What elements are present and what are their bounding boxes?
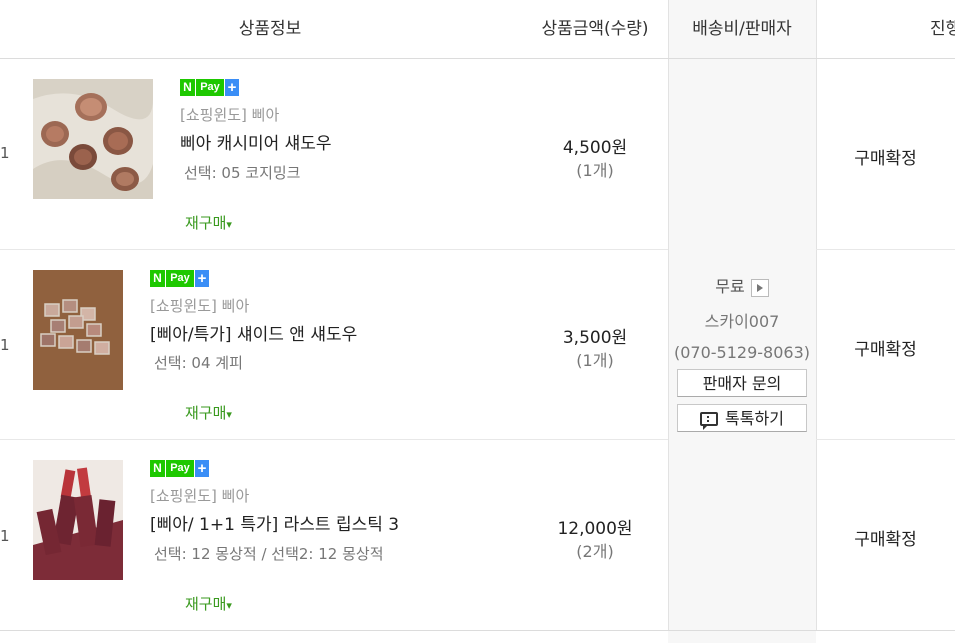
npay-plus-badge: N Pay +: [150, 270, 209, 287]
price: 12,000원: [557, 519, 633, 539]
row-divider: [0, 439, 668, 440]
talktalk-button[interactable]: 톡톡하기: [677, 404, 807, 432]
rebuy-button[interactable]: 재구매▾: [185, 212, 232, 233]
product-thumbnail-palette[interactable]: [33, 270, 123, 390]
product-thumbnail-eyeshadow[interactable]: [33, 79, 153, 199]
chevron-down-icon: ▾: [226, 218, 232, 231]
product-option: 선택: 04 계피: [154, 354, 243, 372]
product-option: 선택: 12 몽상적 / 선택2: 12 몽상적: [154, 545, 384, 563]
row-divider: [816, 249, 955, 250]
row-number: 1: [0, 336, 10, 354]
shop-name[interactable]: [쇼핑윈도] 삐아: [150, 485, 249, 506]
price: 4,500원: [562, 138, 628, 158]
row-divider: [816, 439, 955, 440]
seller-phone: (070-5129-8063): [673, 343, 810, 362]
play-arrow-icon[interactable]: [750, 278, 769, 297]
quantity: (1개): [576, 351, 614, 370]
header-divider: [0, 58, 955, 59]
seller-name: 스카이007: [704, 312, 780, 331]
row-number: 1: [0, 144, 10, 162]
product-thumbnail-lipstick[interactable]: [33, 460, 123, 580]
row-divider: [0, 249, 668, 250]
shipping-fee: 무료: [668, 273, 816, 297]
seller-inquiry-button[interactable]: 판매자 문의: [677, 369, 807, 397]
npay-plus-badge: N Pay +: [180, 79, 239, 96]
product-name[interactable]: [삐아/특가] 섀이드 앤 섀도우: [150, 320, 357, 345]
product-name[interactable]: [삐아/ 1+1 특가] 라스트 립스틱 3: [150, 510, 399, 535]
shop-name[interactable]: [쇼핑윈도] 삐아: [180, 104, 279, 125]
chevron-down-icon: ▾: [226, 599, 232, 612]
table-bottom-border: [0, 630, 955, 631]
product-name[interactable]: 삐아 캐시미어 섀도우: [180, 129, 332, 154]
product-option: 선택: 05 코지밍크: [184, 164, 301, 182]
chat-bubble-icon: [700, 412, 719, 430]
price: 3,500원: [562, 328, 628, 348]
order-status: 구매확정: [854, 340, 917, 360]
order-status: 구매확정: [854, 149, 917, 169]
chevron-down-icon: ▾: [226, 408, 232, 421]
rebuy-button[interactable]: 재구매▾: [185, 593, 232, 614]
quantity: (1개): [576, 161, 614, 180]
row-number: 1: [0, 527, 10, 545]
npay-plus-badge: N Pay +: [150, 460, 209, 477]
order-status: 구매확정: [854, 530, 917, 550]
header-product-info: 상품정보: [238, 19, 302, 39]
header-price-qty: 상품금액(수량): [541, 19, 649, 39]
rebuy-button[interactable]: 재구매▾: [185, 402, 232, 423]
header-status: 진행: [930, 19, 955, 39]
quantity: (2개): [576, 542, 614, 561]
shop-name[interactable]: [쇼핑윈도] 삐아: [150, 295, 249, 316]
header-shipping-seller: 배송비/판매자: [692, 19, 792, 39]
